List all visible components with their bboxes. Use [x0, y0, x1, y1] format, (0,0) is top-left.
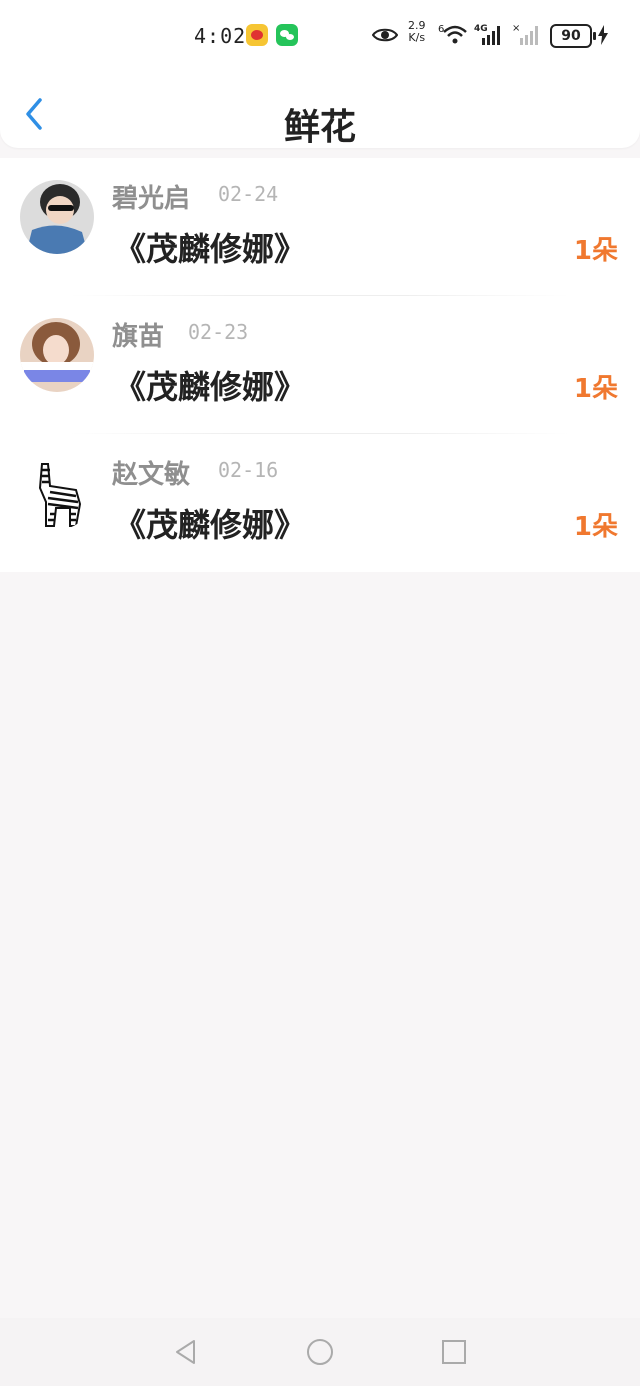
nav-home-icon[interactable] [306, 1338, 334, 1366]
user-name: 赵文敏 [112, 460, 191, 490]
signal-no-service-icon: × [512, 23, 538, 45]
page-title: 鲜花 [283, 107, 356, 148]
network-label: 4G [474, 24, 488, 34]
svg-text:×: × [512, 23, 520, 34]
list-item[interactable]: 旗苗 02-23 《茂麟修娜》 1朵 [0, 296, 640, 434]
avatar[interactable] [20, 318, 94, 392]
avatar[interactable] [20, 456, 94, 530]
system-nav-bar [0, 1318, 640, 1386]
flower-list: 碧光启 02-24 《茂麟修娜》 1朵 旗苗 02-23 《茂麟修娜》 1朵 赵… [0, 158, 640, 572]
wifi-label: 6 [438, 24, 444, 35]
speed-unit: K/s [408, 31, 426, 44]
nav-back-icon[interactable] [172, 1338, 200, 1366]
flower-count: 1朵 [573, 512, 618, 542]
avatar[interactable] [20, 180, 94, 254]
date: 02-24 [218, 182, 279, 206]
eye-icon [372, 28, 398, 42]
user-name: 旗苗 [112, 322, 165, 352]
wifi-icon: 6 [438, 24, 467, 44]
network-speed: 2.9 K/s [408, 20, 426, 44]
gift-title: 《茂麟修娜》 [114, 368, 307, 406]
user-name: 碧光启 [112, 184, 191, 214]
list-item[interactable]: 碧光启 02-24 《茂麟修娜》 1朵 [0, 158, 640, 296]
weibo-icon [246, 24, 268, 46]
date: 02-23 [188, 320, 249, 344]
gift-title: 《茂麟修娜》 [114, 506, 307, 544]
top-bar: 4:02 2.9 K/s 6 4G × 90 鲜花 [0, 0, 640, 148]
gift-title: 《茂麟修娜》 [114, 230, 307, 268]
wechat-icon [276, 24, 298, 46]
signal-icon: 4G [474, 24, 500, 45]
battery-icon: 90 [550, 24, 596, 48]
bolt-icon [598, 25, 608, 45]
list-item[interactable]: 赵文敏 02-16 《茂麟修娜》 1朵 [0, 434, 640, 572]
flower-count: 1朵 [573, 374, 618, 404]
nav-recent-icon[interactable] [440, 1338, 468, 1366]
status-time: 4:02 [194, 24, 247, 48]
date: 02-16 [218, 458, 279, 482]
flower-count: 1朵 [573, 236, 618, 266]
